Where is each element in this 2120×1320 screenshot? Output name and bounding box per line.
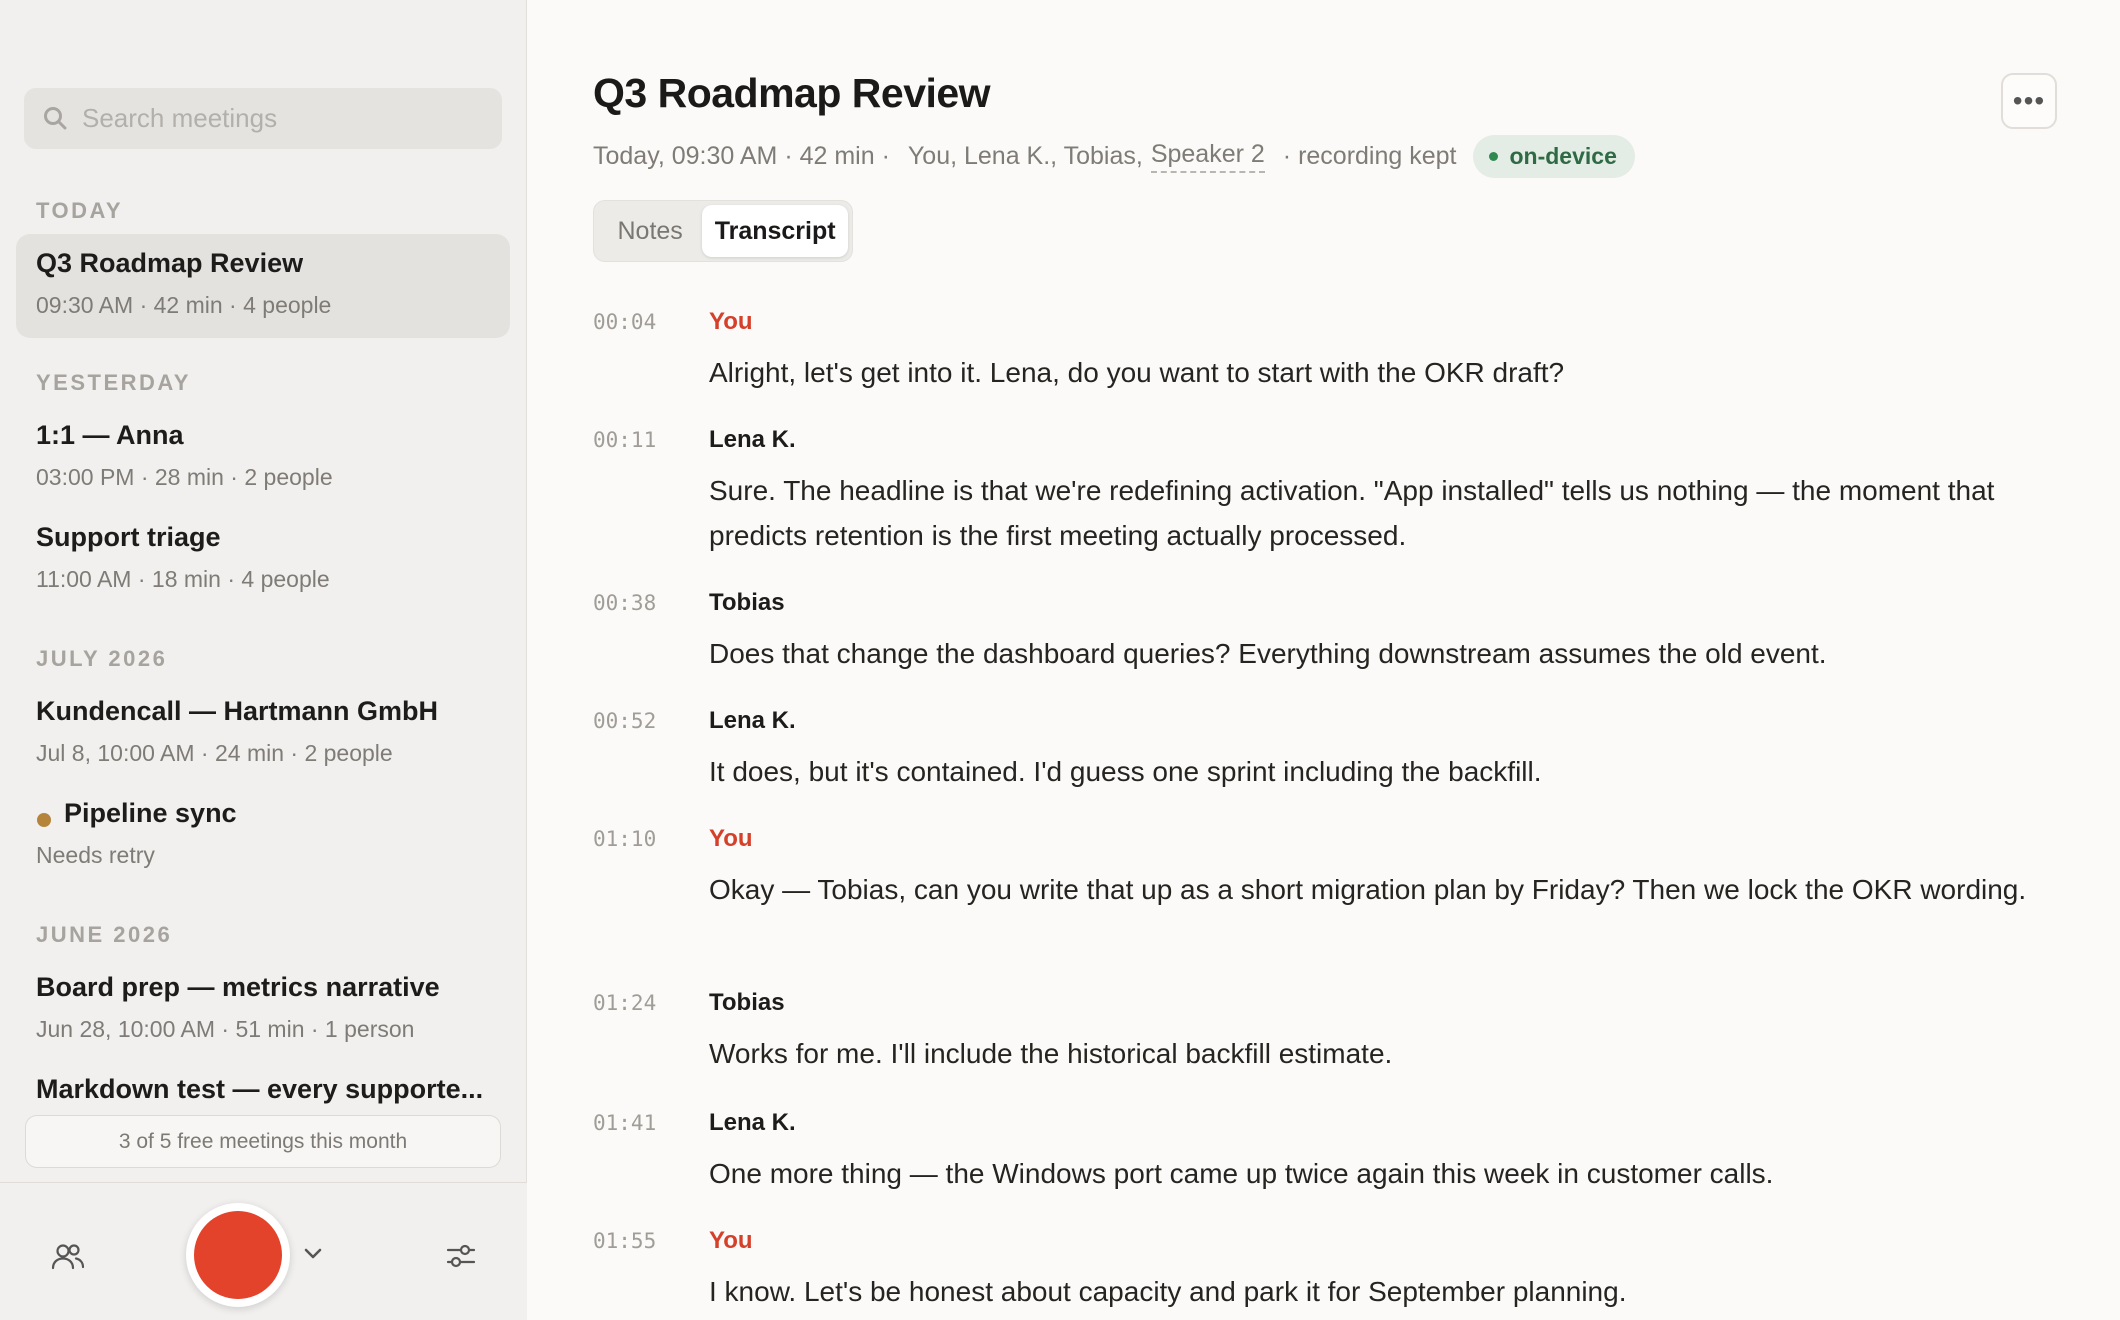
badge-dot [1488, 152, 1498, 161]
meeting-title: Markdown test — every supporte... [36, 1074, 484, 1104]
participants: You, Lena K., Tobias, [907, 142, 1143, 170]
timestamp[interactable]: 00:11 [593, 428, 656, 452]
free-quota-notice[interactable]: 3 of 5 free meetings this month [25, 1115, 501, 1168]
utterance-text: Okay — Tobias, can you write that up as … [709, 874, 2027, 905]
sidebar-bottom-bar [0, 1182, 527, 1320]
meeting-subtitle: 11:00 AM · 18 min · 4 people [36, 566, 330, 592]
chevron-down-icon[interactable] [300, 1241, 326, 1267]
speaker-name[interactable]: Tobias [709, 989, 785, 1017]
meeting-item[interactable]: Board prep — metrics narrative Jun 28, 1… [16, 958, 510, 1062]
utterance-text: Does that change the dashboard queries? … [709, 638, 1827, 669]
speaker-name[interactable]: Lena K. [709, 707, 796, 735]
meeting-subtitle: 03:00 PM · 28 min · 2 people [36, 464, 333, 490]
app-window: TODAY Q3 Roadmap Review 09:30 AM · 42 mi… [0, 0, 2120, 1320]
sidebar: TODAY Q3 Roadmap Review 09:30 AM · 42 mi… [0, 0, 527, 1320]
meeting-subtitle: Jul 8, 10:00 AM · 24 min · 2 people [36, 740, 393, 766]
sliders-icon[interactable] [444, 1239, 478, 1273]
meeting-subtitle: 09:30 AM · 42 min · 4 people [36, 292, 332, 318]
meeting-item[interactable]: Q3 Roadmap Review 09:30 AM · 42 min · 4 … [16, 234, 510, 338]
timestamp[interactable]: 01:41 [593, 1111, 656, 1135]
meeting-meta: Today, 09:30 AM · 42 min · You, Lena K.,… [593, 135, 1635, 178]
section-heading-today: TODAY [36, 198, 124, 223]
utterance-text: It does, but it's contained. I'd guess o… [709, 756, 1542, 787]
utterance-text: Works for me. I'll include the historica… [709, 1038, 1393, 1069]
search-input[interactable] [82, 103, 502, 134]
meeting-title: Support triage [36, 522, 221, 552]
meeting-detail: Q3 Roadmap Review Today, 09:30 AM · 42 m… [527, 0, 2120, 1320]
utterance-text: Alright, let's get into it. Lena, do you… [709, 357, 1565, 388]
meeting-title: Pipeline sync [64, 798, 237, 828]
timestamp[interactable]: 00:38 [593, 591, 656, 615]
more-options-button[interactable]: ••• [2001, 73, 2057, 129]
timestamp[interactable]: 01:24 [593, 991, 656, 1015]
section-heading-yesterday: YESTERDAY [36, 370, 191, 395]
speaker-name[interactable]: You [709, 825, 753, 853]
view-tabs: Notes Transcript [593, 200, 853, 262]
meeting-item[interactable]: Pipeline sync Needs retry [16, 784, 510, 888]
badge-label: on-device [1509, 143, 1617, 169]
ellipsis-icon: ••• [2012, 85, 2046, 116]
tab-transcript[interactable]: Transcript [702, 205, 848, 257]
meeting-title: 1:1 — Anna [36, 420, 184, 450]
timestamp[interactable]: 01:10 [593, 827, 656, 851]
search-box[interactable] [24, 88, 502, 149]
people-icon[interactable] [50, 1239, 86, 1275]
utterance-text: One more thing — the Windows port came u… [709, 1158, 1774, 1189]
speaker-name[interactable]: Lena K. [709, 1109, 796, 1137]
page-title: Q3 Roadmap Review [593, 70, 991, 116]
meeting-status: Needs retry [36, 842, 155, 868]
retry-status-dot [37, 813, 51, 827]
meeting-item[interactable]: Support triage 11:00 AM · 18 min · 4 peo… [16, 508, 510, 612]
meeting-item[interactable]: Kundencall — Hartmann GmbH Jul 8, 10:00 … [16, 682, 510, 786]
meeting-title: Board prep — metrics narrative [36, 972, 440, 1002]
meeting-title: Q3 Roadmap Review [36, 248, 304, 278]
timestamp[interactable]: 01:55 [593, 1229, 656, 1253]
record-indicator [194, 1211, 282, 1299]
speaker-name[interactable]: You [709, 308, 753, 336]
utterance-text: Sure. The headline is that we're redefin… [709, 475, 1995, 551]
timestamp[interactable]: 00:52 [593, 709, 656, 733]
speaker-name[interactable]: You [709, 1227, 753, 1255]
meeting-item[interactable]: 1:1 — Anna 03:00 PM · 28 min · 2 people [16, 406, 510, 510]
meeting-datetime: Today, 09:30 AM · 42 min · [593, 142, 890, 170]
on-device-badge: on-device [1472, 135, 1635, 178]
recording-status: · recording kept [1282, 142, 1457, 170]
utterance-text: I know. Let's be honest about capacity a… [709, 1276, 1627, 1307]
section-heading-june: JUNE 2026 [36, 922, 173, 947]
section-heading-july: JULY 2026 [36, 646, 168, 671]
meeting-title: Kundencall — Hartmann GmbH [36, 696, 439, 726]
unresolved-speaker[interactable]: Speaker 2 [1150, 140, 1265, 173]
search-icon [44, 107, 67, 130]
record-button[interactable] [186, 1203, 290, 1307]
tab-notes[interactable]: Notes [598, 205, 702, 257]
speaker-name[interactable]: Lena K. [709, 426, 796, 454]
speaker-name[interactable]: Tobias [709, 589, 785, 617]
meeting-subtitle: Jun 28, 10:00 AM · 51 min · 1 person [36, 1016, 415, 1042]
meeting-item[interactable]: Markdown test — every supporte... [16, 1060, 510, 1116]
timestamp[interactable]: 00:04 [593, 310, 656, 334]
